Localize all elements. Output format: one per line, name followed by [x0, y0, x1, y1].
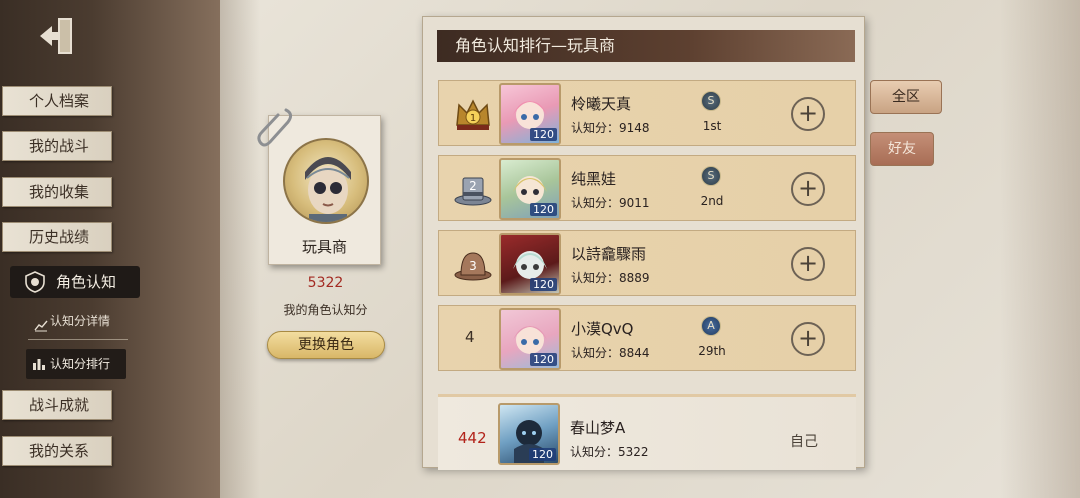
self-rank-number: 442 — [458, 429, 487, 447]
player-score: 认知分：8889 — [571, 271, 650, 285]
sidebar-item-character-knowledge[interactable]: 角色认知 — [10, 266, 140, 298]
character-portrait: 120 — [499, 308, 561, 370]
ranking-row[interactable]: 2 120 纯黑娃 认知分：9011 S 2nd + — [438, 155, 856, 221]
trend-chart-icon — [34, 320, 48, 332]
sidebar-item-label: 角色认知 — [56, 273, 117, 291]
shield-icon — [25, 271, 45, 293]
change-character-button[interactable]: 更换角色 — [267, 331, 385, 359]
player-name: 柃曦天真 — [571, 95, 632, 113]
sidebar-item-collection[interactable]: 我的收集 — [2, 177, 112, 207]
character-level: 120 — [530, 278, 557, 291]
divider — [28, 339, 128, 340]
character-portrait: 120 — [499, 158, 561, 220]
paper-edge-shadow — [1000, 0, 1080, 498]
rank-number: 4 — [465, 328, 475, 346]
sidebar-item-achievements[interactable]: 战斗成就 — [2, 390, 112, 420]
rank-tier-emblem-icon: S — [701, 166, 721, 186]
player-score: 认知分：5322 — [570, 445, 649, 459]
character-portrait: 120 — [499, 83, 561, 145]
self-ranking-row: 442 120 春山梦A 认知分：5322 自己 — [438, 394, 856, 470]
player-name: 纯黑娃 — [571, 170, 617, 188]
sidebar-item-relations[interactable]: 我的关系 — [2, 436, 112, 466]
sidebar-subitem-label: 认知分详情 — [50, 314, 111, 328]
sidebar-item-battles[interactable]: 我的战斗 — [2, 131, 112, 161]
my-score-value: 5322 — [307, 275, 344, 291]
player-score: 认知分：9148 — [571, 121, 650, 135]
sidebar-subitem-score-ranking[interactable]: 认知分排行 — [26, 349, 126, 379]
ranking-title: 角色认知排行—玩具商 — [437, 30, 855, 62]
tab-friends[interactable]: 好友 — [870, 132, 934, 166]
character-level: 120 — [530, 128, 557, 141]
rank-tier-label: 29th — [698, 344, 726, 358]
exit-door-icon[interactable] — [36, 14, 80, 58]
profile-character-name: 玩具商 — [301, 238, 347, 256]
rank-tier-label: 2nd — [700, 194, 724, 208]
top-hat-rank-2-icon: 2 — [454, 177, 492, 206]
player-name: 小漠QvQ — [571, 320, 634, 338]
rank-number: 2 — [469, 179, 477, 193]
add-friend-button[interactable]: + — [791, 322, 825, 356]
paperclip-icon — [257, 108, 293, 147]
character-portrait: 120 — [498, 403, 560, 465]
add-friend-button[interactable]: + — [791, 97, 825, 131]
tab-all-region[interactable]: 全区 — [870, 80, 942, 114]
character-portrait-icon — [305, 157, 351, 222]
self-tag: 自己 — [790, 434, 818, 450]
character-level: 120 — [530, 353, 557, 366]
rank-number: 1 — [470, 113, 476, 124]
player-score: 认知分：9011 — [571, 196, 650, 210]
rank-tier-label: 1st — [702, 119, 722, 133]
sidebar-subitem-score-details[interactable]: 认知分详情 — [28, 310, 138, 332]
player-score: 认知分：8844 — [571, 346, 650, 360]
crown-rank-1-icon: 1 — [456, 99, 490, 130]
player-name: 以詩龕驟雨 — [571, 245, 647, 263]
rank-tier-emblem-icon: S — [701, 91, 721, 111]
rank-number: 3 — [469, 259, 477, 273]
character-avatar — [283, 138, 369, 224]
my-score-label: 我的角色认知分 — [283, 303, 368, 317]
character-level: 120 — [529, 448, 556, 461]
bowler-hat-rank-3-icon: 3 — [454, 252, 492, 281]
bar-chart-icon — [33, 359, 45, 370]
add-friend-button[interactable]: + — [791, 172, 825, 206]
add-friend-button[interactable]: + — [791, 247, 825, 281]
sidebar-item-profile[interactable]: 个人档案 — [2, 86, 112, 116]
ranking-row[interactable]: 1 120 柃曦天真 认知分：9148 S 1st + — [438, 80, 856, 146]
character-level: 120 — [530, 203, 557, 216]
character-portrait: 120 — [499, 233, 561, 295]
sidebar-item-history[interactable]: 历史战绩 — [2, 222, 112, 252]
ranking-row[interactable]: 4 120 小漠QvQ 认知分：8844 A 29th + — [438, 305, 856, 371]
sidebar-subitem-label: 认知分排行 — [50, 357, 111, 371]
ranking-row[interactable]: 3 120 以詩龕驟雨 认知分：8889 + — [438, 230, 856, 296]
player-name: 春山梦A — [570, 419, 626, 437]
rank-tier-emblem-icon: A — [701, 316, 721, 336]
